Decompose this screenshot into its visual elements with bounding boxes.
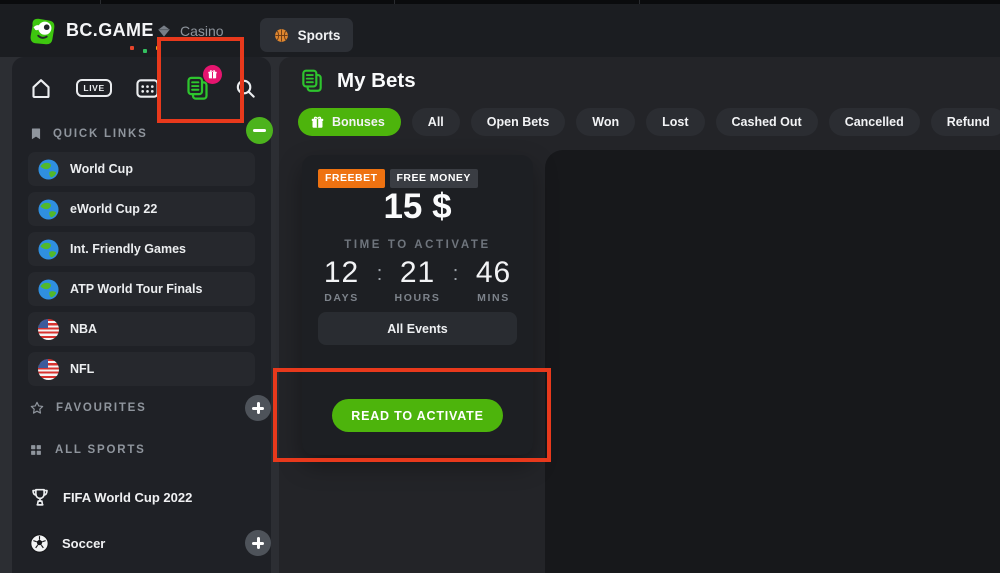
countdown-mins: 46 MINS [464, 256, 524, 304]
us-flag-icon [38, 359, 59, 380]
sidebar-item-soccer[interactable]: Soccer [29, 528, 105, 558]
sidebar-icon-row: LIVE [29, 72, 257, 104]
confetti-dot [130, 46, 134, 50]
nav-casino[interactable]: Casino [156, 4, 224, 57]
my-bets-button[interactable] [184, 75, 211, 102]
globe-icon [38, 279, 59, 300]
calendar-icon [135, 77, 160, 100]
quick-links-title: QUICK LINKS [53, 128, 148, 140]
globe-icon [38, 239, 59, 260]
filter-open-bets[interactable]: Open Bets [471, 108, 566, 136]
filter-lost[interactable]: Lost [646, 108, 704, 136]
casino-diamond-icon [156, 23, 172, 39]
live-icon: LIVE [76, 79, 111, 98]
filter-cancelled[interactable]: Cancelled [829, 108, 920, 136]
main-content: My Bets Bonuses All Open Bets Won Lost C… [279, 57, 1000, 573]
bc-game-sportsbook: BC.GAME Casino Sports [0, 0, 1000, 573]
gift-icon [207, 69, 218, 80]
soccer-ball-icon [29, 533, 50, 554]
nav-sports[interactable]: Sports [260, 18, 353, 52]
countdown-hours: 21 HOURS [388, 256, 448, 304]
quick-link-eworld-cup[interactable]: eWorld Cup 22 [28, 192, 255, 226]
countdown: 12 DAYS : 21 HOURS : 46 MINS [302, 256, 533, 304]
countdown-title: TIME TO ACTIVATE [302, 239, 533, 251]
schedule-button[interactable] [135, 77, 160, 100]
bet-filter-chips: Bonuses All Open Bets Won Lost Cashed Ou… [298, 108, 1000, 136]
logo[interactable]: BC.GAME [26, 4, 154, 57]
filter-refund[interactable]: Refund [931, 108, 1000, 136]
read-to-activate-button[interactable]: READ TO ACTIVATE [332, 399, 503, 432]
favourites-header: FAVOURITES [29, 395, 147, 421]
bonus-card: FREEBET FREE MONEY 15 $ TIME TO ACTIVATE… [302, 155, 533, 455]
filter-bonuses[interactable]: Bonuses [298, 108, 401, 136]
quick-links-list: World Cup eWorld Cup 22 Int. Friendly Ga… [28, 152, 255, 392]
countdown-days: 12 DAYS [312, 256, 372, 304]
countdown-separator: : [448, 259, 464, 304]
my-bets-icon [299, 68, 325, 94]
collapse-quick-links-button[interactable] [246, 117, 273, 144]
search-icon [234, 77, 257, 100]
countdown-separator: : [372, 259, 388, 304]
home-icon [29, 76, 53, 100]
nav-sports-label: Sports [298, 28, 341, 43]
us-flag-icon [38, 319, 59, 340]
bonus-amount: 15 $ [302, 187, 533, 227]
quick-link-int-friendly[interactable]: Int. Friendly Games [28, 232, 255, 266]
live-events-button[interactable]: LIVE [76, 79, 111, 98]
globe-icon [38, 159, 59, 180]
page-title: My Bets [337, 69, 416, 93]
filter-all[interactable]: All [412, 108, 460, 136]
bcgame-logo-icon [26, 15, 58, 47]
favourites-title: FAVOURITES [56, 402, 147, 414]
all-events-button[interactable]: All Events [318, 312, 517, 345]
quick-link-world-cup[interactable]: World Cup [28, 152, 255, 186]
bets-list-background [545, 150, 1000, 573]
confetti-dot [143, 49, 147, 53]
bookmark-icon [29, 126, 43, 142]
top-bar: BC.GAME Casino Sports [0, 4, 1000, 57]
sidebar: LIVE [12, 57, 271, 573]
star-icon [29, 400, 45, 416]
grid-icon [29, 443, 43, 457]
search-button[interactable] [234, 77, 257, 100]
home-button[interactable] [29, 76, 53, 100]
logo-wordmark: BC.GAME [66, 20, 154, 41]
filter-cashed-out[interactable]: Cashed Out [716, 108, 818, 136]
all-sports-title: ALL SPORTS [55, 444, 146, 456]
bonus-notification-badge [203, 65, 222, 84]
basketball-icon [273, 27, 290, 44]
bonus-badges: FREEBET FREE MONEY [318, 169, 478, 188]
quick-links-header: QUICK LINKS [29, 121, 148, 147]
quick-link-nfl[interactable]: NFL [28, 352, 255, 386]
trophy-icon [29, 486, 51, 508]
nav-casino-label: Casino [180, 23, 224, 39]
quick-link-atp-finals[interactable]: ATP World Tour Finals [28, 272, 255, 306]
all-sports-header[interactable]: ALL SPORTS [29, 439, 146, 461]
expand-soccer-button[interactable] [245, 530, 271, 556]
free-money-badge: FREE MONEY [390, 169, 478, 188]
filter-won[interactable]: Won [576, 108, 635, 136]
add-favourite-button[interactable] [245, 395, 271, 421]
globe-icon [38, 199, 59, 220]
sidebar-item-fifa-world-cup[interactable]: FIFA World Cup 2022 [29, 482, 192, 512]
page-header: My Bets [299, 68, 416, 94]
gift-icon [310, 115, 325, 130]
freebet-badge: FREEBET [318, 169, 385, 188]
quick-link-nba[interactable]: NBA [28, 312, 255, 346]
